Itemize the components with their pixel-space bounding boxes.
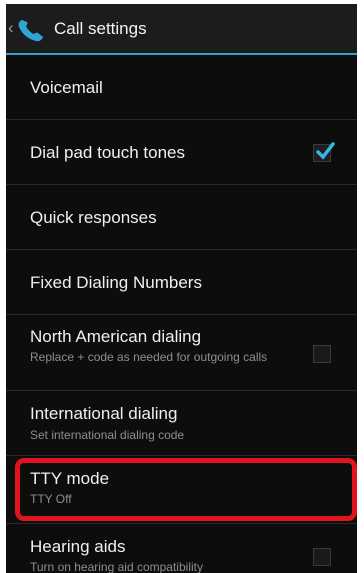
screenshot-frame: ‹ Call settings Voicemail Dial pad touch… — [0, 0, 364, 573]
tty-mode-highlight-box — [15, 458, 357, 521]
setting-label: Quick responses — [30, 208, 157, 227]
checkmark-icon — [316, 142, 335, 160]
setting-voicemail[interactable]: Voicemail — [6, 55, 357, 120]
setting-summary: Set international dialing code — [30, 428, 185, 442]
hearing-aids-checkbox[interactable] — [313, 548, 331, 566]
setting-label: North American dialing — [30, 327, 202, 346]
setting-summary: Turn on hearing aid compatibility — [30, 560, 203, 573]
dial-pad-tones-checkbox[interactable] — [313, 142, 335, 162]
setting-label: Dial pad touch tones — [30, 143, 185, 162]
setting-quick-responses[interactable]: Quick responses — [6, 185, 357, 250]
north-american-dialing-checkbox[interactable] — [313, 345, 331, 363]
phone-icon[interactable] — [16, 17, 46, 43]
setting-label: Hearing aids — [30, 537, 126, 556]
setting-fixed-dialing-numbers[interactable]: Fixed Dialing Numbers — [6, 250, 357, 315]
action-bar: ‹ Call settings — [6, 4, 357, 53]
setting-hearing-aids[interactable]: Hearing aids Turn on hearing aid compati… — [6, 524, 357, 573]
setting-international-dialing[interactable]: International dialing Set international … — [6, 391, 357, 456]
setting-label: Voicemail — [30, 78, 103, 97]
setting-summary: Replace + code as needed for outgoing ca… — [30, 350, 268, 364]
page-title: Call settings — [54, 19, 147, 38]
setting-dial-pad-touch-tones[interactable]: Dial pad touch tones — [6, 120, 357, 185]
setting-label: Fixed Dialing Numbers — [30, 273, 202, 292]
setting-north-american-dialing[interactable]: North American dialing Replace + code as… — [6, 315, 357, 391]
setting-label: International dialing — [30, 404, 178, 423]
